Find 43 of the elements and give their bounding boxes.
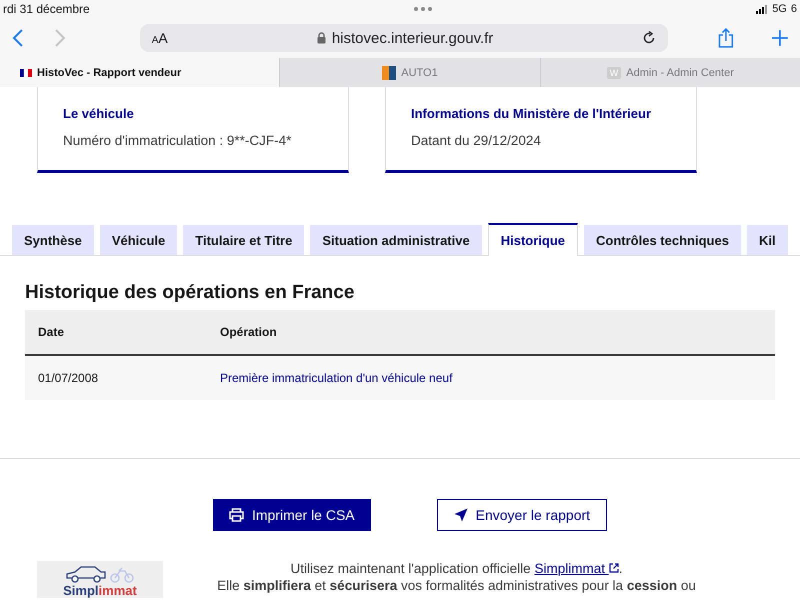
card-title: Le véhicule — [63, 106, 135, 121]
table-cell: 01/07/2008 — [25, 355, 207, 400]
back-icon[interactable] — [12, 29, 24, 47]
url-text: histovec.interieur.gouv.fr — [332, 30, 494, 46]
printer-icon — [228, 508, 244, 522]
address-bar[interactable]: AA histovec.interieur.gouv.fr — [140, 24, 668, 52]
card-text: Datant du 29/12/2024 — [411, 133, 542, 148]
promo-text: Utilisez maintenant l'application officielle — [290, 561, 531, 576]
network-label: 5G — [772, 3, 787, 15]
text-size-button[interactable]: AA — [152, 30, 168, 46]
column-header: Opération — [207, 310, 775, 355]
status-date: rdi 31 décembre — [3, 2, 90, 16]
page-tab[interactable]: Titulaire et Titre — [183, 225, 304, 255]
page-tab[interactable]: Synthèse — [12, 225, 94, 255]
page-tab[interactable]: Contrôles techniques — [584, 225, 741, 255]
logo-icon — [382, 66, 396, 80]
lock-icon — [316, 32, 326, 44]
simplimmat-link[interactable]: Simplimmat — [534, 561, 619, 576]
new-tab-icon[interactable] — [772, 30, 788, 46]
section-title: Historique des opérations en France — [25, 282, 356, 304]
page-tab[interactable]: Véhicule — [100, 225, 178, 255]
print-button[interactable]: Imprimer le CSA — [212, 499, 371, 531]
card-text: Numéro d'immatriculation : 9**-CJF-4* — [63, 133, 292, 148]
column-header: Date — [25, 310, 207, 355]
card-title: Informations du Ministère de l'Intérieur — [411, 106, 652, 121]
external-link-icon — [608, 563, 619, 573]
table-cell: Première immatriculation d'un véhicule neuf — [207, 355, 775, 400]
punctuation: . — [618, 561, 622, 576]
reload-icon[interactable] — [642, 31, 656, 45]
more-dots-icon[interactable] — [414, 7, 432, 11]
send-button[interactable]: Envoyer le rapport — [436, 499, 608, 531]
share-icon[interactable] — [718, 28, 734, 48]
page-tab[interactable]: Historique — [488, 223, 578, 256]
battery-label: 6 — [790, 3, 797, 15]
send-icon — [454, 508, 468, 522]
page-tab[interactable]: Situation administrative — [310, 225, 482, 255]
signal-icon — [756, 4, 768, 14]
logo-text: Simpl — [63, 583, 99, 598]
flag-icon — [20, 68, 32, 76]
car-drawing — [65, 564, 135, 584]
logo-text-accent: immat — [98, 583, 137, 598]
page-tab[interactable]: Kil — [746, 225, 788, 255]
promo-text: Elle simplifiera et sécurisera vos formalités administratives pour la cession ou — [217, 578, 696, 593]
